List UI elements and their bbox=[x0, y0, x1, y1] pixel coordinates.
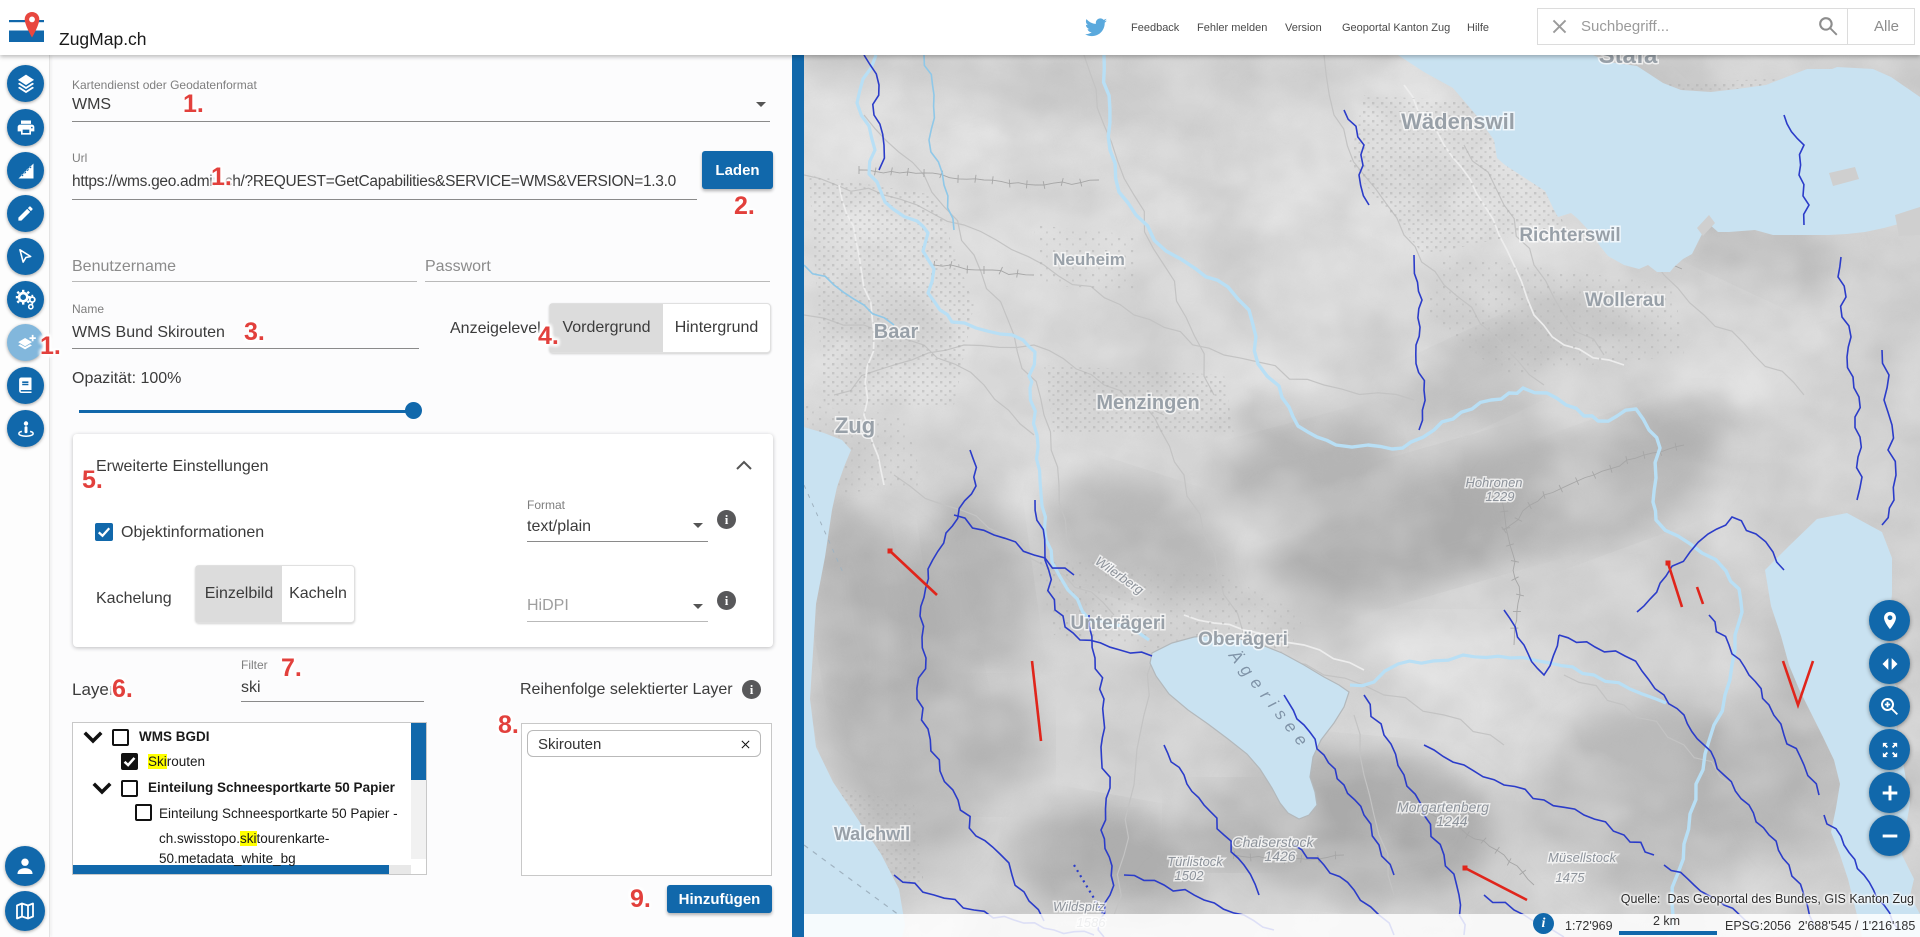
svg-text:1244: 1244 bbox=[1436, 813, 1467, 829]
svg-text:Türlistock: Türlistock bbox=[1167, 854, 1224, 869]
svg-text:Zug: Zug bbox=[835, 413, 875, 438]
svg-text:1426: 1426 bbox=[1264, 848, 1295, 864]
svg-text:1229: 1229 bbox=[1486, 489, 1515, 504]
svg-text:Walchwil: Walchwil bbox=[834, 824, 910, 844]
svg-text:Unterägeri: Unterägeri bbox=[1070, 613, 1165, 634]
svg-text:Wollerau: Wollerau bbox=[1585, 290, 1665, 311]
svg-text:1475: 1475 bbox=[1556, 870, 1586, 885]
svg-text:Stäfa: Stäfa bbox=[1599, 55, 1658, 69]
svg-text:Müsellstock: Müsellstock bbox=[1548, 850, 1617, 865]
svg-text:Neuheim: Neuheim bbox=[1053, 250, 1125, 269]
svg-text:Baar: Baar bbox=[874, 321, 919, 343]
svg-text:Richterswil: Richterswil bbox=[1519, 225, 1620, 246]
svg-text:Wädenswil: Wädenswil bbox=[1401, 109, 1515, 134]
svg-text:Menzingen: Menzingen bbox=[1096, 392, 1199, 414]
svg-text:Hohronen: Hohronen bbox=[1465, 475, 1522, 490]
svg-text:Oberägeri: Oberägeri bbox=[1198, 629, 1288, 650]
svg-text:1502: 1502 bbox=[1175, 868, 1205, 883]
